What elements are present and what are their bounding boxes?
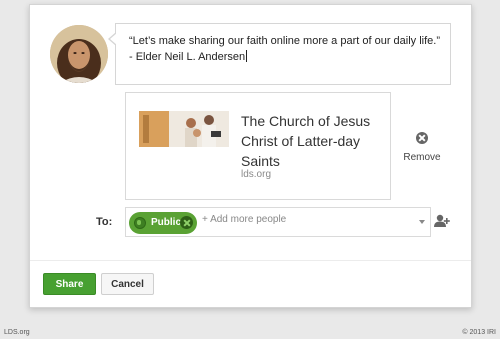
link-title[interactable]: The Church of Jesus Christ of Latter-day… [241,111,381,171]
audience-field[interactable]: Public [125,207,431,237]
share-dialog: “Let’s make sharing our faith online mor… [29,4,472,308]
link-url: lds.org [241,169,272,180]
remove-link-button[interactable]: Remove [400,131,444,163]
chip-remove-icon[interactable] [180,216,193,229]
remove-icon[interactable] [416,132,428,144]
footer-copyright: © 2013 IRI [462,329,496,336]
footer-site-label: LDS.org [4,329,30,336]
remove-label: Remove [403,152,441,163]
text-cursor [246,50,248,62]
add-person-icon[interactable] [434,214,450,228]
add-people-input[interactable] [202,214,402,225]
public-chip-label: Public [151,217,182,228]
globe-icon [134,217,146,229]
share-button[interactable]: Share [43,273,96,295]
link-preview-card[interactable]: The Church of Jesus Christ of Latter-day… [125,92,391,200]
to-label: To: [96,216,113,228]
footer-divider [30,260,471,261]
link-thumbnail [139,111,229,147]
share-message-input[interactable]: “Let’s make sharing our faith online mor… [108,23,451,85]
chevron-down-icon[interactable] [419,220,425,224]
message-text: “Let’s make sharing our faith online mor… [129,35,441,63]
avatar [50,25,108,83]
cancel-button[interactable]: Cancel [101,273,154,295]
public-chip[interactable]: Public [129,212,197,234]
